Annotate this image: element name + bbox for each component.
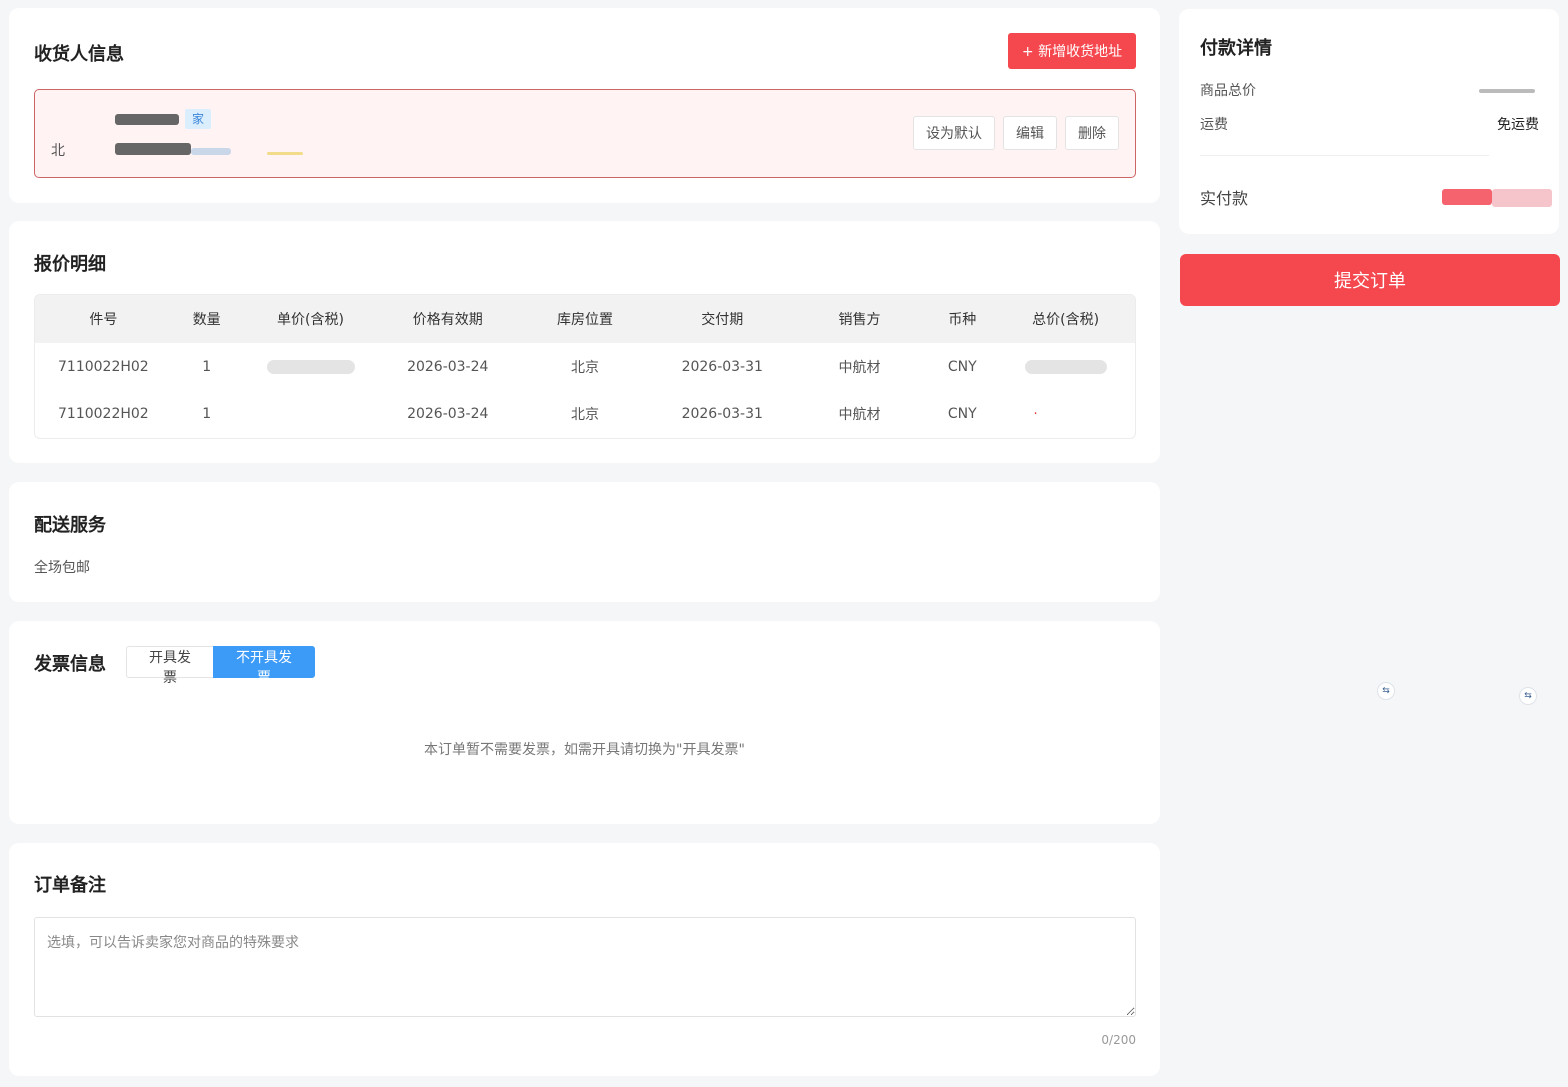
redacted-address xyxy=(115,143,191,155)
cell-unit-price-redacted xyxy=(242,359,380,375)
cell-delivery-date: 2026-03-31 xyxy=(681,358,763,375)
cell-total-price-redacted: · xyxy=(1033,406,1038,422)
goods-total-redacted xyxy=(1479,89,1535,93)
address-prefix: 北 xyxy=(51,143,65,159)
col-quantity: 数量 xyxy=(192,312,221,328)
cell-quantity: 1 xyxy=(202,405,212,422)
col-unit-price: 单价(含税) xyxy=(277,312,344,328)
remark-input[interactable] xyxy=(34,917,1136,1017)
cell-part-number: 7110022H02 xyxy=(58,358,149,375)
add-address-button[interactable]: + 新增收货地址 xyxy=(1008,33,1136,69)
cell-quantity: 1 xyxy=(202,358,212,375)
cell-valid-until: 2026-03-24 xyxy=(407,358,489,375)
float-helper-icon[interactable]: ⇆ xyxy=(1377,682,1395,700)
redacted-address-tail xyxy=(267,152,303,155)
cell-currency: CNY xyxy=(947,405,977,422)
payment-divider xyxy=(1200,155,1489,156)
consignee-title: 收货人信息 xyxy=(34,44,124,65)
redacted-address-extra xyxy=(191,148,231,155)
goods-total-label: 商品总价 xyxy=(1200,83,1256,99)
delivery-text: 全场包邮 xyxy=(34,560,90,576)
cell-seller: 中航材 xyxy=(838,406,881,423)
delete-address-button[interactable]: 删除 xyxy=(1065,116,1119,150)
delivery-card: 配送服务 全场包邮 xyxy=(9,482,1160,602)
issue-invoice-button[interactable]: 开具发票 xyxy=(126,646,213,686)
address-item[interactable]: 家 北 设为默认 编辑 删除 xyxy=(34,89,1136,178)
col-part-number: 件号 xyxy=(89,312,118,328)
shipping-label: 运费 xyxy=(1200,117,1228,133)
col-delivery-date: 交付期 xyxy=(701,312,744,328)
cell-valid-until: 2026-03-24 xyxy=(407,405,489,422)
payment-title: 付款详情 xyxy=(1200,38,1272,59)
table-row: 7110022H02 1 2026-03-24 北京 2026-03-31 中航… xyxy=(35,343,1135,390)
remark-title: 订单备注 xyxy=(34,875,106,896)
cell-warehouse: 北京 xyxy=(571,359,599,376)
invoice-toggle: 开具发票 不开具发票 xyxy=(126,646,315,686)
cell-delivery-date: 2026-03-31 xyxy=(681,405,763,422)
col-seller: 销售方 xyxy=(838,312,881,328)
quote-title: 报价明细 xyxy=(34,254,106,275)
address-tag: 家 xyxy=(185,109,211,129)
shipping-value: 免运费 xyxy=(1497,117,1539,133)
actual-payment-label: 实付款 xyxy=(1200,189,1249,208)
quote-table-header: 件号 数量 单价(含税) 价格有效期 库房位置 交付期 销售方 币种 总价(含税… xyxy=(35,295,1135,343)
quote-card: 报价明细 件号 数量 单价(含税) 价格有效期 库房位置 交付期 销售方 币种 … xyxy=(9,221,1160,463)
col-warehouse: 库房位置 xyxy=(557,312,613,328)
payment-card: 付款详情 商品总价 运费 免运费 实付款 xyxy=(1179,9,1559,234)
cell-warehouse: 北京 xyxy=(571,406,599,423)
table-row: 7110022H02 1 2026-03-24 北京 2026-03-31 中航… xyxy=(35,390,1135,437)
actual-payment-redacted xyxy=(1442,189,1492,205)
cell-currency: CNY xyxy=(947,358,977,375)
submit-order-button[interactable]: 提交订单 xyxy=(1180,254,1560,306)
cell-seller: 中航材 xyxy=(838,359,881,376)
col-currency: 币种 xyxy=(948,312,977,328)
consignee-card: 收货人信息 + 新增收货地址 家 北 设为默认 编辑 删除 xyxy=(9,8,1160,203)
checkout-page: 收货人信息 + 新增收货地址 家 北 设为默认 编辑 删除 报价明细 件号 数量… xyxy=(0,0,1568,1087)
set-default-button[interactable]: 设为默认 xyxy=(913,116,995,150)
no-invoice-button[interactable]: 不开具发票 xyxy=(213,646,315,686)
remark-card: 订单备注 0/200 xyxy=(9,843,1160,1076)
cell-part-number: 7110022H02 xyxy=(58,405,149,422)
actual-payment-redacted-tail xyxy=(1492,189,1552,207)
float-helper-icon[interactable]: ⇆ xyxy=(1519,687,1537,705)
invoice-title: 发票信息 xyxy=(34,654,106,675)
cell-total-price-redacted xyxy=(996,359,1135,375)
col-total-price: 总价(含税) xyxy=(1032,312,1100,328)
delivery-title: 配送服务 xyxy=(34,515,106,536)
invoice-card: 发票信息 开具发票 不开具发票 本订单暂不需要发票，如需开具请切换为"开具发票" xyxy=(9,621,1160,824)
redacted-name xyxy=(115,114,179,125)
quote-table: 件号 数量 单价(含税) 价格有效期 库房位置 交付期 销售方 币种 总价(含税… xyxy=(34,294,1136,439)
col-valid-until: 价格有效期 xyxy=(412,312,483,328)
address-actions: 设为默认 编辑 删除 xyxy=(913,116,1119,150)
remark-counter: 0/200 xyxy=(1101,1033,1136,1047)
invoice-message: 本订单暂不需要发票，如需开具请切换为"开具发票" xyxy=(424,742,745,758)
edit-address-button[interactable]: 编辑 xyxy=(1003,116,1057,150)
